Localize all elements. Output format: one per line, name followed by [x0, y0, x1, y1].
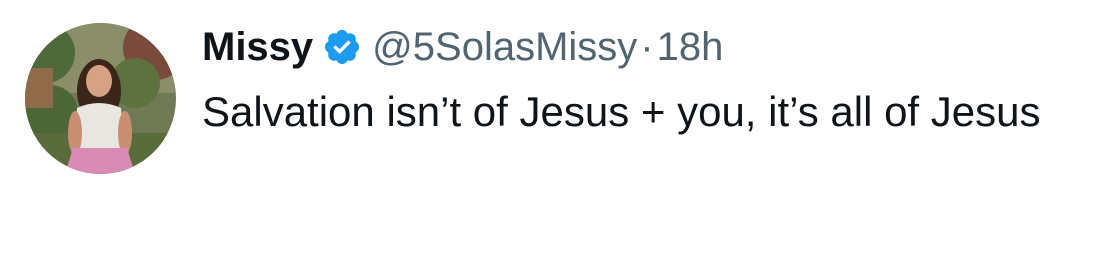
author-handle[interactable]: @5SolasMissy [372, 25, 637, 70]
avatar[interactable] [25, 23, 176, 174]
author-name[interactable]: Missy [202, 25, 313, 70]
separator-dot: · [640, 24, 654, 69]
verified-badge-icon [322, 27, 362, 67]
tweet-text: Salvation isn’t of Jesus + you, it’s all… [202, 88, 1041, 135]
tweet-body: Missy @5SolasMissy · 18h Salvation isn’t… [202, 20, 1090, 142]
tweet-header: Missy @5SolasMissy · 18h [202, 20, 1090, 74]
tweet-card[interactable]: Missy @5SolasMissy · 18h Salvation isn’t… [0, 0, 1114, 253]
tweet-timestamp[interactable]: 18h [657, 25, 724, 70]
avatar-photo [25, 23, 176, 174]
